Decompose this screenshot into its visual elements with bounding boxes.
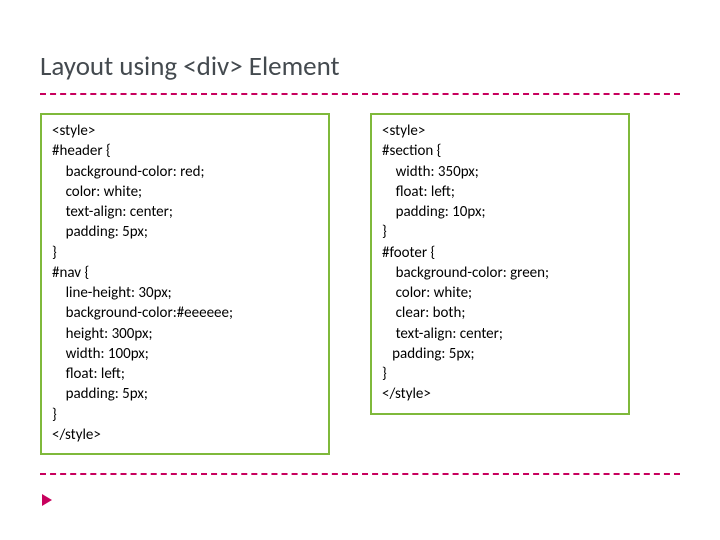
divider-top bbox=[40, 93, 680, 95]
slide: Layout using <div> Element <style> #head… bbox=[0, 0, 720, 540]
page-title: Layout using <div> Element bbox=[40, 50, 680, 89]
columns: <style> #header { background-color: red;… bbox=[40, 113, 680, 455]
code-block-right: <style> #section { width: 350px; float: … bbox=[370, 113, 630, 415]
code-block-left: <style> #header { background-color: red;… bbox=[40, 113, 330, 455]
play-icon bbox=[42, 494, 52, 506]
divider-bottom bbox=[40, 473, 680, 475]
